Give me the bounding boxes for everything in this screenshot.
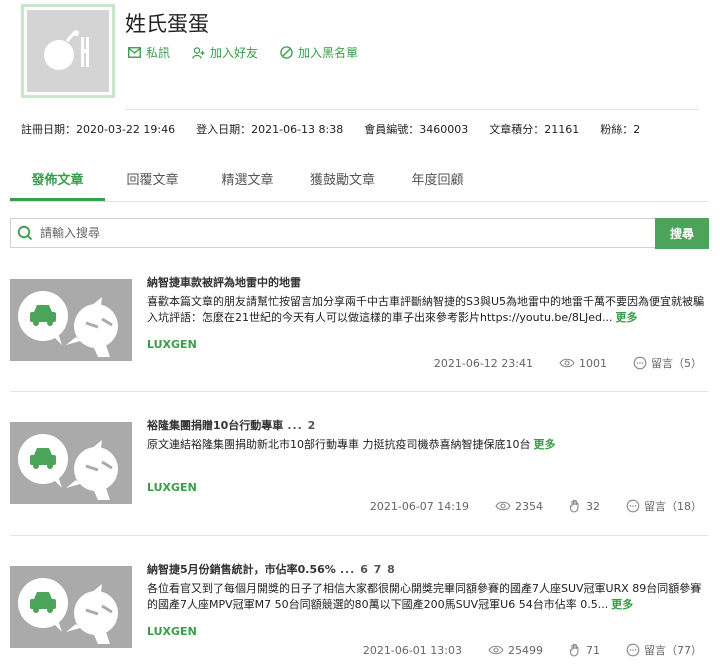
article-category[interactable]: LUXGEN bbox=[147, 625, 197, 638]
content-tabs: 發佈文章 回覆文章 精選文章 獲鼓勵文章 年度回顧 bbox=[10, 170, 708, 202]
article-excerpt: 各位看官又到了每個月開獎的日子了相信大家都很開心開獎完畢同額參賽的國產7人座SU… bbox=[147, 582, 702, 611]
envelope-icon bbox=[128, 47, 141, 58]
article-date: 2021-06-07 14:19 bbox=[369, 499, 469, 513]
search-icon bbox=[17, 225, 33, 241]
article-thumbnail[interactable] bbox=[10, 279, 132, 361]
profile-stats: 註冊日期：2020-03-22 19:46 登入日期：2021-06-13 8:… bbox=[21, 121, 661, 137]
car-chat-thumbnail-icon bbox=[18, 434, 118, 500]
views-count: 2354 bbox=[495, 500, 543, 513]
member-id: 會員編號：3460003 bbox=[364, 123, 469, 136]
profile-actions: 私訊 加入好友 加入黑名單 bbox=[128, 44, 380, 61]
clap-hand-icon bbox=[569, 499, 579, 513]
tab-featured[interactable]: 精選文章 bbox=[200, 170, 295, 201]
comments-link[interactable]: 留言（5） bbox=[633, 355, 702, 371]
more-link[interactable]: 更多 bbox=[615, 311, 637, 324]
block-user-label: 加入黑名單 bbox=[298, 46, 359, 60]
followers-count: 粉絲：2 bbox=[600, 123, 641, 136]
views-count: 1001 bbox=[559, 357, 607, 370]
add-friend-button[interactable]: 加入好友 bbox=[192, 44, 258, 61]
avatar-placeholder bbox=[27, 10, 109, 92]
add-user-icon bbox=[192, 46, 205, 59]
message-button[interactable]: 私訊 bbox=[128, 44, 170, 61]
article-pages[interactable]: ... 6 7 8 bbox=[340, 563, 396, 576]
car-chat-thumbnail-icon bbox=[18, 578, 118, 644]
article-thumbnail[interactable] bbox=[10, 422, 132, 504]
article-item: 納智捷車款被評為地雷中的地雷 喜歡本篇文章的朋友請幫忙按留言加分享兩千中古車評斷… bbox=[0, 264, 720, 408]
add-friend-label: 加入好友 bbox=[210, 46, 259, 60]
article-meta: 2021-06-01 13:03 25499 71 留言（77） bbox=[363, 642, 702, 658]
tab-replies[interactable]: 回覆文章 bbox=[105, 170, 200, 201]
message-label: 私訊 bbox=[146, 46, 171, 60]
article-title[interactable]: 裕隆集團捐贈10台行動專車... 2 bbox=[147, 417, 316, 433]
register-date: 註冊日期：2020-03-22 19:46 bbox=[21, 123, 176, 136]
encourage-count[interactable]: 32 bbox=[569, 499, 600, 513]
article-meta: 2021-06-07 14:19 2354 32 留言（18） bbox=[370, 498, 702, 514]
views-count: 25499 bbox=[488, 644, 543, 657]
search-box bbox=[10, 218, 655, 248]
search-button[interactable]: 搜尋 bbox=[655, 218, 709, 249]
article-date: 2021-06-12 23:41 bbox=[433, 356, 533, 370]
profile-divider bbox=[125, 109, 699, 110]
article-title[interactable]: 納智捷車款被評為地雷中的地雷 bbox=[147, 274, 305, 290]
clap-hand-icon bbox=[569, 643, 579, 657]
block-icon bbox=[280, 46, 293, 59]
article-thumbnail[interactable] bbox=[10, 566, 132, 648]
car-chat-thumbnail-icon bbox=[18, 291, 118, 357]
eye-icon bbox=[559, 358, 575, 368]
article-pages[interactable]: ... 2 bbox=[287, 419, 316, 432]
login-date: 登入日期：2021-06-13 8:38 bbox=[196, 123, 344, 136]
default-avatar-icon bbox=[44, 30, 89, 70]
article-divider bbox=[10, 391, 708, 392]
tab-encouraged[interactable]: 獲鼓勵文章 bbox=[295, 170, 390, 201]
article-excerpt: 喜歡本篇文章的朋友請幫忙按留言加分享兩千中古車評斷納智捷的S3與U5為地雷中的地… bbox=[147, 295, 705, 324]
encourage-count[interactable]: 71 bbox=[569, 643, 600, 657]
article-item: 裕隆集團捐贈10台行動專車... 2 原文連結裕隆集團捐助新北市10部行動專車 … bbox=[0, 407, 720, 551]
article-meta: 2021-06-12 23:41 1001 留言（5） bbox=[434, 355, 702, 371]
eye-icon bbox=[495, 501, 511, 511]
article-points: 文章積分：21161 bbox=[489, 123, 580, 136]
article-item: 納智捷5月份銷售統計，市佔率0.56%... 6 7 8 各位看官又到了每個月開… bbox=[0, 551, 720, 672]
tab-posted-articles[interactable]: 發佈文章 bbox=[10, 170, 105, 201]
tab-year-review[interactable]: 年度回顧 bbox=[390, 170, 485, 201]
eye-icon bbox=[488, 645, 504, 655]
more-link[interactable]: 更多 bbox=[611, 598, 633, 611]
more-link[interactable]: 更多 bbox=[534, 438, 556, 451]
article-excerpt: 原文連結裕隆集團捐助新北市10部行動專車 力挺抗疫司機恭喜納智捷保底10台 更多 bbox=[147, 438, 556, 451]
article-category[interactable]: LUXGEN bbox=[147, 481, 197, 494]
comment-icon bbox=[626, 643, 640, 657]
comments-link[interactable]: 留言（18） bbox=[626, 498, 702, 514]
username: 姓氏蛋蛋 bbox=[125, 12, 209, 36]
comments-link[interactable]: 留言（77） bbox=[626, 642, 702, 658]
article-date: 2021-06-01 13:03 bbox=[362, 643, 462, 657]
block-user-button[interactable]: 加入黑名單 bbox=[280, 44, 358, 61]
search-input[interactable] bbox=[40, 226, 600, 240]
comment-icon bbox=[633, 356, 647, 370]
comment-icon bbox=[626, 499, 640, 513]
article-category[interactable]: LUXGEN bbox=[147, 338, 197, 351]
article-divider bbox=[10, 535, 708, 536]
article-title[interactable]: 納智捷5月份銷售統計，市佔率0.56%... 6 7 8 bbox=[147, 561, 396, 577]
avatar bbox=[21, 4, 115, 98]
